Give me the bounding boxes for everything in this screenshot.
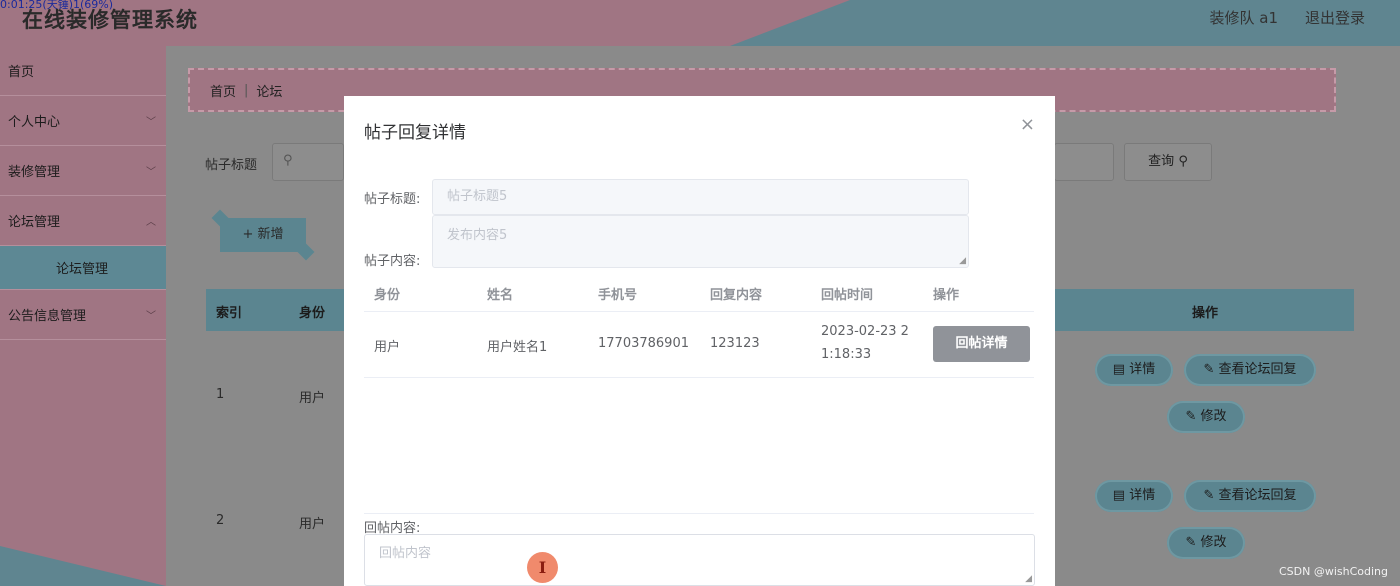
edit-button[interactable]: ✎ 修改 [1167, 527, 1245, 559]
detail-label: 详情 [1129, 362, 1156, 377]
view-replies-button[interactable]: ✎ 查看论坛回复 [1184, 354, 1316, 386]
detail-button[interactable]: ▤ 详情 [1095, 354, 1173, 386]
reply-placeholder: 回帖内容 [379, 546, 432, 561]
view-replies-button[interactable]: ✎ 查看论坛回复 [1184, 480, 1316, 512]
column-header-actions: 操作 [933, 288, 960, 303]
post-content-field[interactable]: 发布内容5 ◢ [432, 215, 969, 268]
column-header-identity: 身份 [374, 288, 401, 303]
view-replies-label: 查看论坛回复 [1218, 362, 1297, 377]
sidebar-item-label: 个人中心 [8, 115, 61, 130]
sidebar-item-forum[interactable]: 论坛管理 ︿ [0, 196, 166, 246]
column-header-phone: 手机号 [598, 288, 638, 303]
app-header: 0:01:25(天锤)1(69%) 在线装修管理系统 装修队 a1 退出登录 [0, 0, 1400, 46]
document-icon: ▤ [1112, 488, 1126, 503]
sidebar-item-label: 论坛管理 [55, 262, 108, 277]
chevron-down-icon: ﹀ [146, 167, 156, 178]
edit-icon: ✎ [1185, 535, 1197, 550]
sidebar-item-home[interactable]: 首页 [0, 46, 166, 96]
breadcrumb-current: 论坛 [256, 84, 283, 100]
column-header-index: 索引 [216, 306, 243, 321]
cell-reply-content: 123123 [710, 336, 760, 351]
sidebar-item-announcements[interactable]: 公告信息管理 ﹀ [0, 290, 166, 340]
column-header-reply-time: 回帖时间 [821, 288, 874, 303]
breadcrumb-separator: | [244, 82, 249, 98]
chevron-up-icon: ︿ [146, 217, 156, 228]
column-header-name: 姓名 [487, 288, 514, 303]
cell-name: 用户姓名1 [487, 340, 548, 355]
column-header-identity: 身份 [299, 306, 326, 321]
detail-label: 详情 [1129, 488, 1156, 503]
sidebar: 首页 个人中心 ﹀ 装修管理 ﹀ 论坛管理 ︿ 论坛管理 公告信息管理 ﹀ [0, 46, 166, 586]
search-input[interactable]: ⚲ [272, 143, 344, 181]
search-icon: ⚲ [1178, 154, 1188, 169]
breadcrumb-home[interactable]: 首页 [210, 81, 236, 100]
logout-link[interactable]: 退出登录 [1305, 7, 1365, 28]
cell-phone: 17703786901 [598, 336, 689, 351]
edit-icon: ✎ [1203, 362, 1215, 377]
resize-handle-icon[interactable]: ◢ [959, 256, 966, 266]
text-cursor-icon: I [527, 552, 558, 583]
post-title-label: 帖子标题: [364, 192, 421, 207]
column-header-actions: 操作 [1192, 306, 1219, 321]
add-button[interactable]: + 新增 [220, 218, 306, 252]
close-icon[interactable]: × [1020, 114, 1035, 135]
sidebar-item-renovation[interactable]: 装修管理 ﹀ [0, 146, 166, 196]
edit-label: 修改 [1200, 535, 1227, 550]
edit-icon: ✎ [1203, 488, 1215, 503]
sidebar-item-personal-center[interactable]: 个人中心 ﹀ [0, 96, 166, 146]
search-label: 帖子标题 [205, 158, 258, 173]
search-icon: ⚲ [283, 153, 293, 168]
sidebar-item-label: 装修管理 [8, 165, 61, 180]
edit-icon: ✎ [1185, 409, 1197, 424]
cell-reply-time-line2: 1:18:33 [821, 347, 872, 362]
app-title: 在线装修管理系统 [22, 8, 198, 32]
current-user[interactable]: 装修队 a1 [1209, 7, 1278, 28]
resize-handle-icon[interactable]: ◢ [1025, 574, 1032, 584]
reply-table-row: 用户 用户姓名1 17703786901 123123 2023-02-23 2… [364, 312, 1034, 378]
sidebar-accent [0, 546, 166, 586]
dialog-title: 帖子回复详情 [364, 123, 466, 143]
sidebar-item-label: 首页 [8, 65, 35, 80]
watermark: CSDN @wishCoding [1278, 565, 1388, 578]
sidebar-item-label: 公告信息管理 [8, 309, 87, 324]
reply-table-header: 身份 姓名 手机号 回复内容 回帖时间 操作 [364, 276, 1034, 312]
sidebar-item-label: 论坛管理 [8, 215, 61, 230]
chevron-down-icon: ﹀ [146, 311, 156, 322]
table-cell-index: 2 [216, 513, 225, 528]
chevron-down-icon: ﹀ [146, 117, 156, 128]
reply-details-dialog: 帖子回复详情 × 帖子标题: 帖子标题5 帖子内容: 发布内容5 ◢ 身份 姓名… [344, 96, 1055, 586]
reply-content-textarea[interactable]: 回帖内容 ◢ [364, 534, 1035, 586]
edit-label: 修改 [1200, 409, 1227, 424]
post-title-field[interactable]: 帖子标题5 [432, 179, 969, 215]
cell-identity: 用户 [374, 340, 401, 355]
reply-details-button[interactable]: 回帖详情 [933, 326, 1030, 362]
divider [364, 513, 1034, 514]
post-content-value: 发布内容5 [447, 228, 508, 243]
table-cell-index: 1 [216, 387, 225, 402]
cell-reply-time-line1: 2023-02-23 2 [821, 324, 909, 339]
view-replies-label: 查看论坛回复 [1218, 488, 1297, 503]
edit-button[interactable]: ✎ 修改 [1167, 401, 1245, 433]
detail-button[interactable]: ▤ 详情 [1095, 480, 1173, 512]
header-accent [730, 0, 1400, 46]
search-input-end[interactable] [1054, 143, 1114, 181]
table-cell-identity: 用户 [299, 517, 326, 532]
column-header-reply-content: 回复内容 [710, 288, 763, 303]
table-cell-identity: 用户 [299, 391, 326, 406]
sidebar-subitem-forum[interactable]: 论坛管理 [0, 246, 166, 290]
query-button[interactable]: 查询 ⚲ [1124, 143, 1212, 181]
document-icon: ▤ [1112, 362, 1126, 377]
post-content-label: 帖子内容: [364, 254, 421, 269]
query-label: 查询 [1148, 154, 1175, 169]
